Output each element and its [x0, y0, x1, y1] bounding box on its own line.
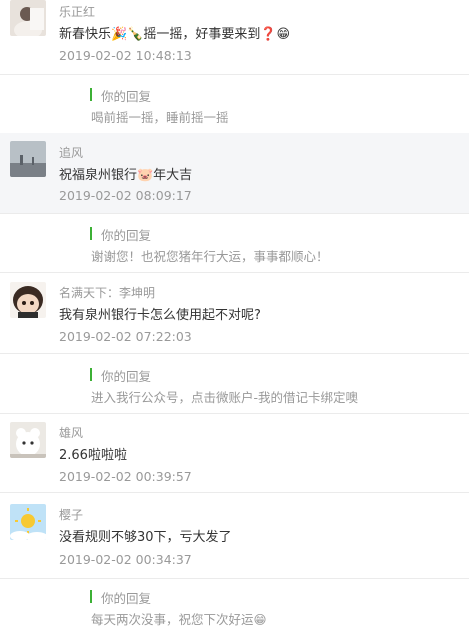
comment-text: 祝福泉州银行🐷年大吉	[59, 168, 193, 183]
reply-text: 每天两次没事，祝您下次好运😁	[91, 612, 267, 627]
comment-item: 名满天下：李坤明 我有泉州银行卡怎么使用起不对呢? 2019-02-02 07:…	[0, 272, 469, 353]
avatar	[10, 141, 46, 177]
comment-time: 2019-02-02 10:48:13	[59, 48, 192, 63]
comment-time: 2019-02-02 00:39:57	[59, 469, 192, 484]
commenter-name: 樱子	[59, 508, 84, 522]
commenter-name: 名满天下：李坤明	[59, 286, 156, 300]
divider	[0, 213, 469, 214]
reply-label: 你的回复	[101, 89, 152, 104]
comment-item: 乐正红 新春快乐🎉🍾摇一摇，好事要来到❓😁 2019-02-02 10:48:1…	[0, 0, 469, 133]
comment-text: 没看规则不够30下，亏大发了	[59, 530, 232, 545]
divider	[0, 74, 469, 75]
comment-text: 我有泉州银行卡怎么使用起不对呢?	[59, 308, 261, 323]
comment-time: 2019-02-02 00:34:37	[59, 552, 192, 567]
comment-time: 2019-02-02 08:09:17	[59, 188, 192, 203]
comment-text: 2.66啦啦啦	[59, 448, 127, 463]
commenter-name: 乐正红	[59, 5, 96, 19]
comment-text: 新春快乐🎉🍾摇一摇，好事要来到❓😁	[59, 27, 291, 42]
divider	[0, 578, 469, 579]
avatar	[10, 282, 46, 318]
reply-label: 你的回复	[101, 228, 152, 243]
reply-label: 你的回复	[101, 369, 152, 384]
comment-item: 追风 祝福泉州银行🐷年大吉 2019-02-02 08:09:17	[0, 133, 469, 213]
comment-time: 2019-02-02 07:22:03	[59, 329, 192, 344]
reply-text: 谢谢您！也祝您猪年行大运，事事都顺心！	[91, 249, 329, 264]
comment-item: 樱子 没看规则不够30下，亏大发了 2019-02-02 00:34:37 你的…	[0, 492, 469, 640]
reply-indicator-bar	[90, 590, 92, 603]
reply-label: 你的回复	[101, 591, 152, 606]
reply-indicator-bar	[90, 227, 92, 240]
reply-indicator-bar	[90, 368, 92, 381]
avatar	[10, 504, 46, 540]
reply-text: 进入我行公众号，点击微账户-我的借记卡绑定噢	[91, 390, 359, 405]
divider	[0, 353, 469, 354]
commenter-name: 追风	[59, 146, 84, 160]
reply-indicator-bar	[90, 88, 92, 101]
avatar	[10, 422, 46, 458]
comment-item: 雄风 2.66啦啦啦 2019-02-02 00:39:57	[0, 413, 469, 492]
avatar	[10, 0, 46, 36]
reply-text: 喝前摇一摇，睡前摇一摇	[91, 110, 229, 125]
commenter-name: 雄风	[59, 426, 84, 440]
